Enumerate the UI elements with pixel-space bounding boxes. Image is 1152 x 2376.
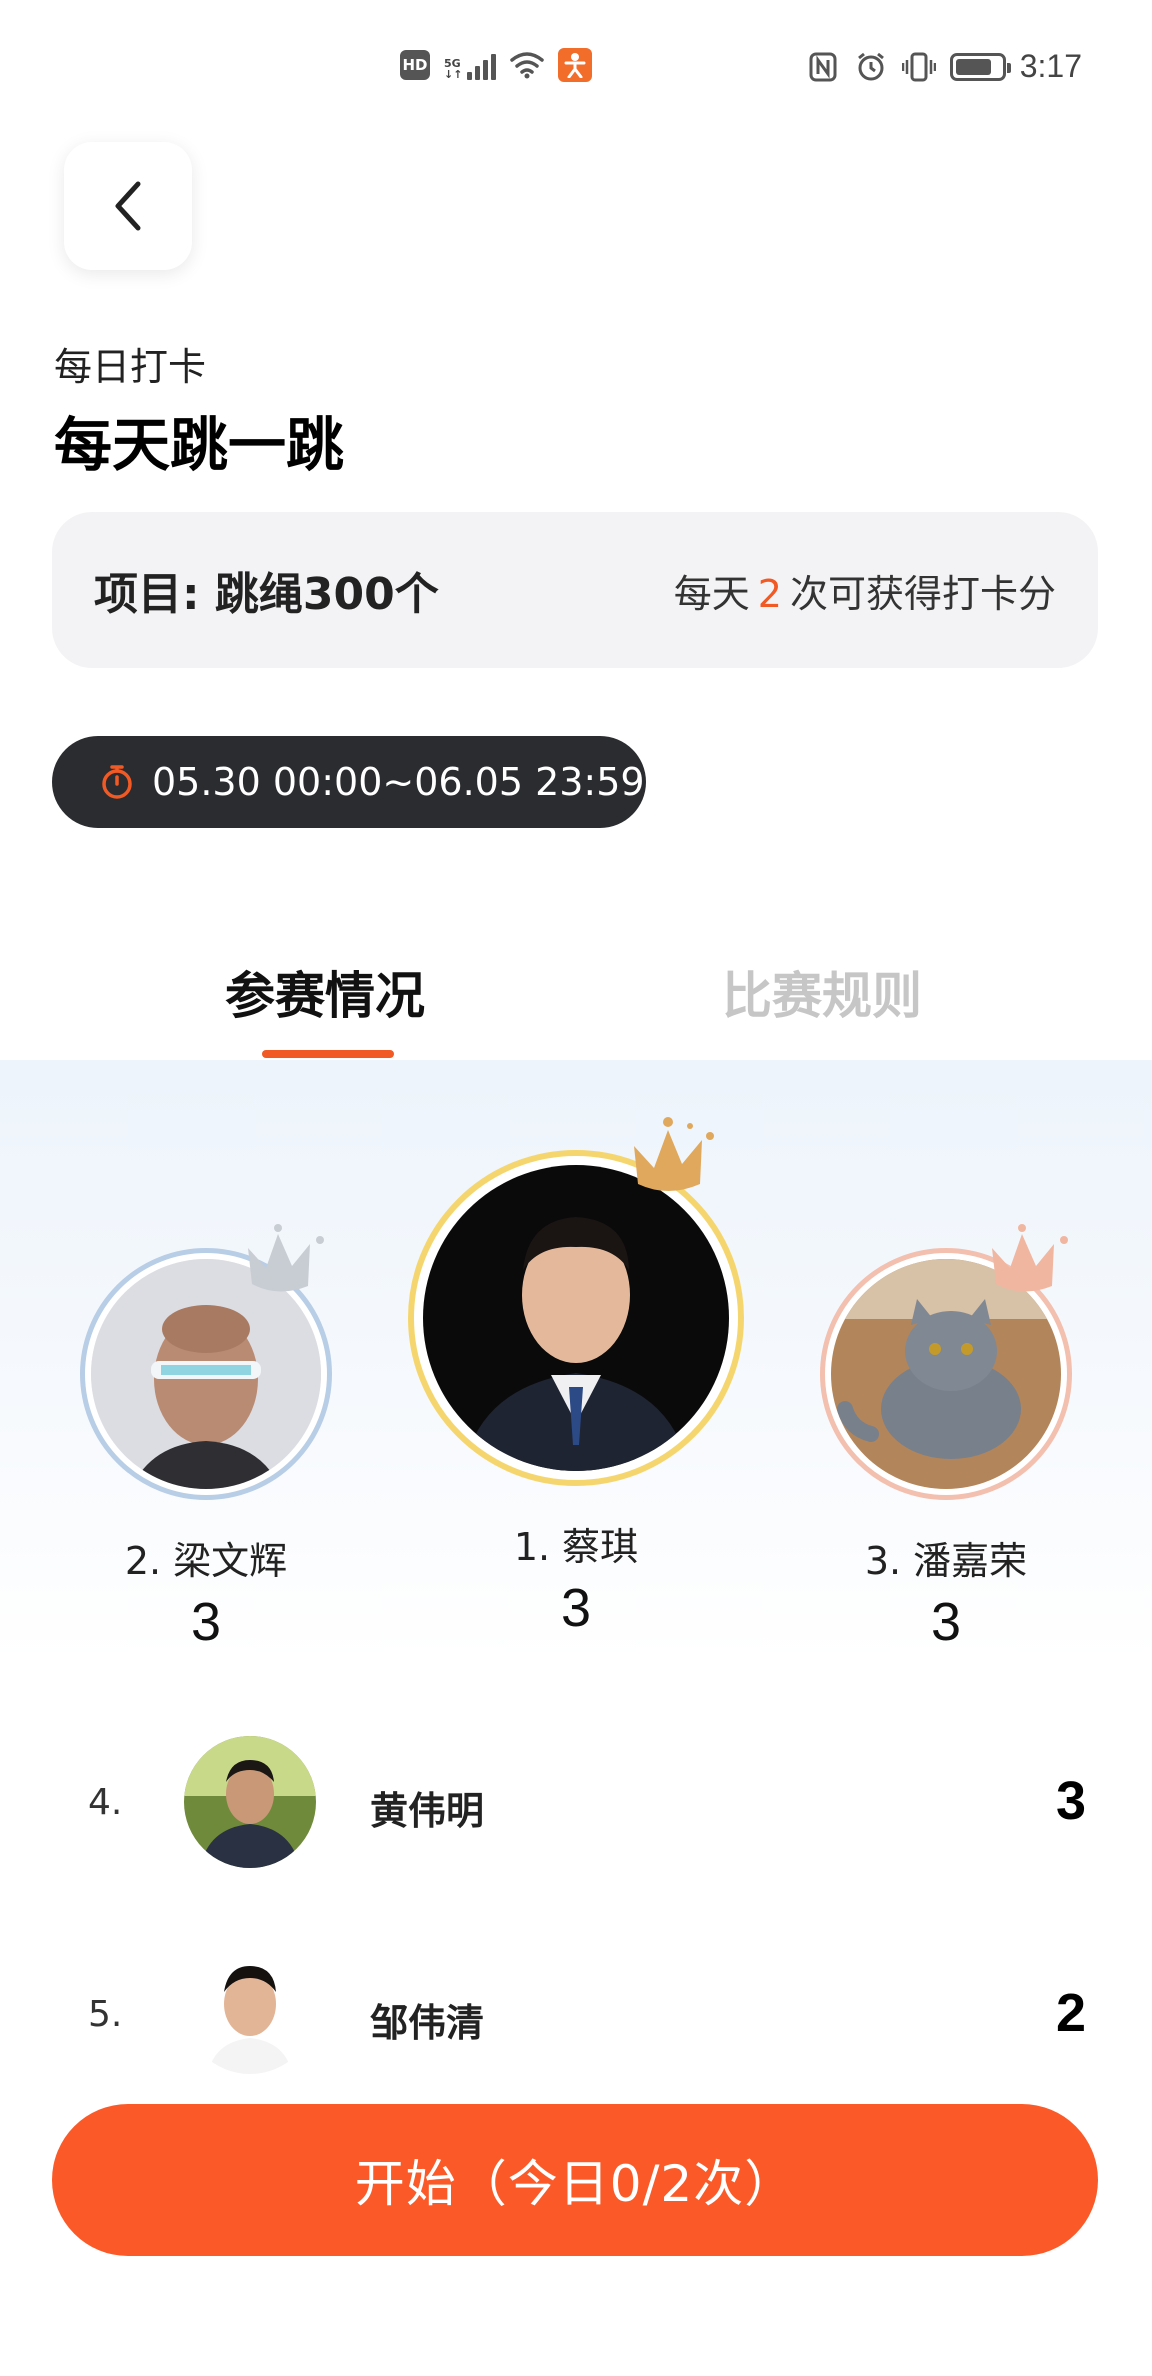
- crown-bronze-icon: [992, 1224, 1068, 1292]
- podium-name: 3. 潘嘉荣: [864, 1539, 1028, 1583]
- page-title: 每天跳一跳: [54, 411, 345, 479]
- list-item[interactable]: 4. 黄伟明 3: [0, 1736, 1152, 1876]
- list-name: 黄伟明: [370, 1789, 485, 1833]
- time-range-text: 05.30 00:00~06.05 23:59: [152, 760, 645, 804]
- avatar: [184, 1942, 316, 2074]
- vibrate-icon: [901, 50, 936, 84]
- podium-score: 3: [930, 1592, 962, 1652]
- back-button[interactable]: [64, 142, 192, 270]
- tab-rules[interactable]: 比赛规则: [722, 956, 922, 1028]
- status-right: 3:17: [806, 48, 1082, 85]
- podium-name: 1. 蔡琪: [513, 1525, 639, 1569]
- stopwatch-icon: [100, 764, 134, 800]
- daily-count: 2: [757, 571, 782, 616]
- nfc-icon: [806, 50, 840, 84]
- status-left: HD 5G ↓↑: [400, 48, 593, 82]
- daily-suffix: 次可获得打卡分: [789, 571, 1056, 616]
- list-score: 3: [1055, 1771, 1086, 1831]
- app-notification-icon: [558, 48, 593, 82]
- hd-icon: HD: [400, 50, 430, 80]
- podium-second[interactable]: 2. 梁文辉 3: [76, 1224, 336, 1653]
- tab-active-indicator: [262, 1050, 394, 1058]
- signal-icon: 5G ↓↑: [444, 50, 497, 80]
- clock-time: 3:17: [1019, 48, 1082, 84]
- list-rank: 4.: [88, 1782, 123, 1823]
- crown-silver-icon: [248, 1224, 324, 1292]
- battery-icon: [949, 52, 1011, 81]
- status-bar: HD 5G ↓↑ 3:17: [0, 0, 1152, 130]
- page-subtitle: 每日打卡: [54, 345, 207, 389]
- alarm-icon: [854, 50, 888, 84]
- podium-score: 3: [190, 1592, 222, 1652]
- podium: 2. 梁文辉 3 1. 蔡琪 3 3. 潘嘉荣 3: [0, 1060, 1152, 1660]
- tab-participation[interactable]: 参赛情况: [225, 956, 425, 1028]
- list-score: 2: [1055, 1983, 1086, 2043]
- wifi-icon: [510, 48, 545, 82]
- list-rank: 5.: [88, 1994, 123, 2035]
- podium-name: 2. 梁文辉: [124, 1539, 288, 1583]
- avatar: [184, 1736, 316, 1868]
- list-item[interactable]: 5. 邹伟清 2: [0, 1942, 1152, 2090]
- podium-score: 3: [560, 1578, 592, 1638]
- podium-third[interactable]: 3. 潘嘉荣 3: [816, 1224, 1076, 1653]
- crown-gold-icon: [634, 1117, 714, 1191]
- daily-checkin-info: 每天 2 次可获得打卡分: [674, 563, 1056, 618]
- project-info-card: 项目: 跳绳300个 每天 2 次可获得打卡分: [52, 512, 1098, 668]
- podium-first[interactable]: 1. 蔡琪 3: [406, 1117, 746, 1639]
- list-name: 邹伟清: [370, 2001, 485, 2045]
- start-button[interactable]: 开始（今日0/2次）: [52, 2104, 1098, 2256]
- tab-bar: 参赛情况 比赛规则: [0, 950, 1152, 1060]
- chevron-left-icon: [115, 181, 141, 231]
- time-range-pill: 05.30 00:00~06.05 23:59: [52, 736, 646, 828]
- avatar: [408, 1150, 744, 1486]
- daily-prefix: 每天: [673, 571, 750, 616]
- project-label: 项目: 跳绳300个: [94, 569, 439, 620]
